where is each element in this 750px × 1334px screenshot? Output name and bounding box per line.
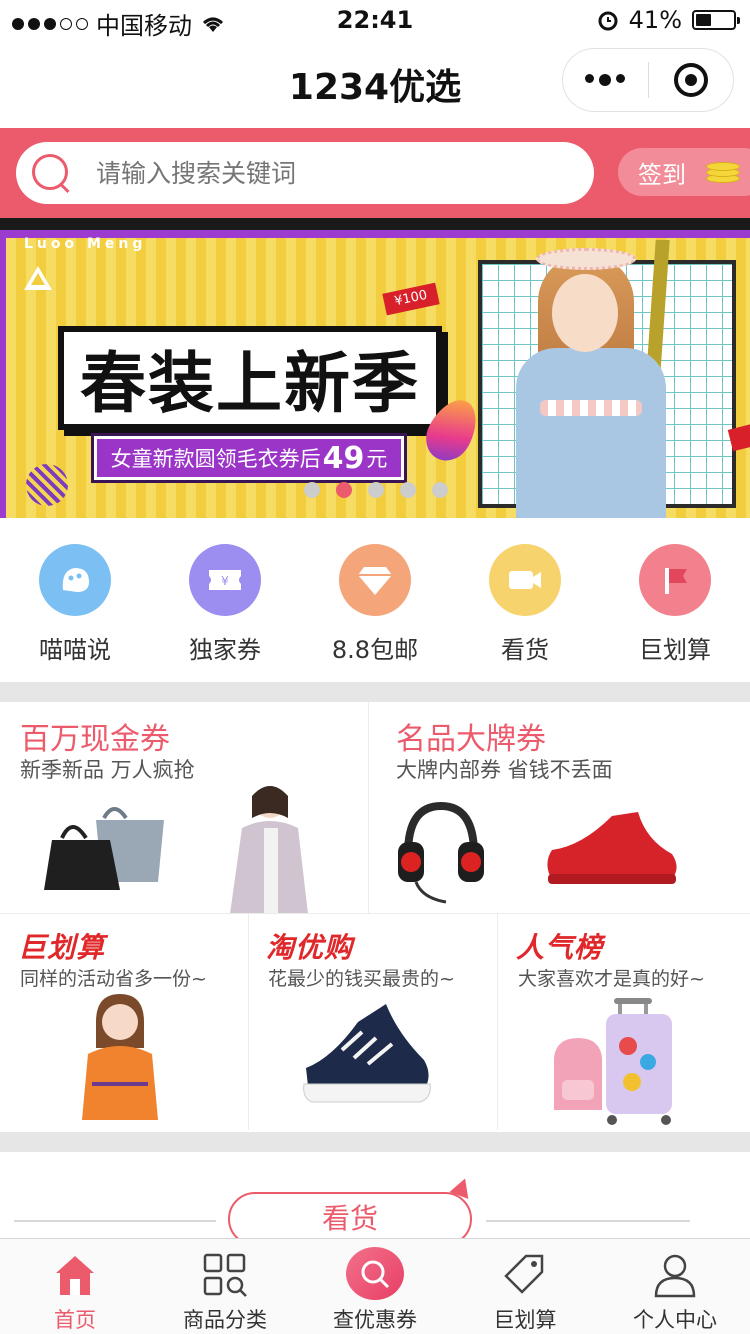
category-icon	[199, 1249, 251, 1300]
tile-divider	[368, 702, 369, 914]
signin-button[interactable]: 签到	[618, 148, 750, 196]
headphones-image	[398, 801, 484, 904]
search-band: 签到	[0, 128, 750, 218]
promo-taoyougou[interactable]: 淘优购 花最少的钱买最贵的~	[248, 914, 498, 1130]
promo-subtitle: 新季新品 万人疯抢	[20, 758, 195, 782]
quick-link-great-deals[interactable]: 巨划算	[600, 518, 750, 682]
carousel-dot[interactable]	[400, 482, 416, 498]
tab-categories[interactable]: 商品分类	[150, 1239, 300, 1334]
model-photo	[516, 240, 666, 518]
triangle-decoration	[24, 266, 52, 290]
tab-label: 商品分类	[183, 1308, 267, 1332]
promo-great-deals[interactable]: 巨划算 同样的活动省多一份~	[0, 914, 248, 1130]
kids-sneaker-image	[303, 1004, 431, 1103]
woman-coat-image	[230, 786, 308, 914]
quick-link-label: 喵喵说	[39, 636, 111, 664]
coins-icon	[706, 160, 742, 184]
signin-label: 签到	[638, 160, 686, 189]
more-options-button[interactable]	[563, 74, 648, 86]
close-miniprogram-button[interactable]	[649, 63, 734, 97]
diamond-icon	[339, 544, 411, 616]
striped-ball-decoration	[26, 464, 68, 506]
tab-profile[interactable]: 个人中心	[600, 1239, 750, 1334]
promo-title: 名品大牌券	[396, 722, 546, 757]
quick-link-label: 独家券	[189, 636, 261, 664]
carousel-dot[interactable]	[368, 482, 384, 498]
tab-home[interactable]: 首页	[0, 1239, 150, 1334]
banner-subtitle: 女童新款圆领毛衣券后 49 元	[94, 436, 404, 480]
quick-link-exclusive-coupon[interactable]: ¥ 独家券	[150, 518, 300, 682]
quick-link-free-shipping[interactable]: 8.8包邮	[300, 518, 450, 682]
tab-label: 巨划算	[493, 1308, 557, 1332]
promo-subtitle: 大家喜欢才是真的好~	[518, 968, 705, 990]
miniprogram-capsule	[562, 48, 734, 112]
video-icon	[489, 544, 561, 616]
quick-links: 喵喵说 ¥ 独家券 8.8包邮 看货 巨划算	[0, 518, 750, 682]
promo-subtitle: 同样的活动省多一份~	[20, 968, 207, 990]
quick-link-label: 看货	[501, 636, 549, 664]
promo-grid-top: 百万现金券 新季新品 万人疯抢 名品大牌券 大牌内部券 省钱不丢面	[0, 702, 750, 914]
navigation-bar: 1234优选	[0, 40, 750, 128]
alarm-icon	[598, 11, 618, 31]
carousel-dot[interactable]	[304, 482, 320, 498]
banner-brand-logo: Luoo Meng	[24, 236, 147, 252]
section-divider	[0, 1132, 750, 1152]
battery-area: 41%	[597, 6, 740, 34]
quick-link-miaomiao[interactable]: 喵喵说	[0, 518, 150, 682]
search-input[interactable]	[94, 157, 554, 189]
section-divider	[0, 682, 750, 702]
promo-popular[interactable]: 人气榜 大家喜欢才是真的好~	[498, 914, 750, 1130]
promo-brand-coupon[interactable]: 名品大牌券 大牌内部券 省钱不丢面	[376, 702, 750, 914]
flag-icon	[639, 544, 711, 616]
banner-headline-box: 春装上新季	[58, 326, 442, 430]
promo-title: 巨划算	[18, 931, 106, 964]
cat-icon	[39, 544, 111, 616]
banner-price: 49	[322, 440, 365, 476]
tab-label: 首页	[54, 1308, 96, 1332]
promo-grid-bottom: 巨划算 同样的活动省多一份~ 淘优购 花最少的钱买最贵的~ 人气榜 大家喜欢才是…	[0, 914, 750, 1130]
banner-price-unit: 元	[366, 447, 388, 471]
watch-goods-section-header: 看货	[0, 1152, 750, 1246]
search-box[interactable]	[16, 142, 594, 204]
svg-text:¥: ¥	[221, 574, 229, 588]
carousel-dot[interactable]	[432, 482, 448, 498]
banner-headline: 春装上新季	[80, 345, 420, 422]
tab-great-deals[interactable]: 巨划算	[450, 1239, 600, 1334]
user-icon	[649, 1249, 701, 1300]
quick-link-label: 巨划算	[639, 636, 711, 664]
handbag-image	[44, 807, 164, 890]
quick-link-label: 8.8包邮	[331, 636, 419, 664]
luggage-image	[554, 998, 672, 1125]
promo-title: 百万现金券	[20, 722, 170, 757]
girl-sweater-image	[82, 994, 158, 1120]
home-icon	[49, 1249, 101, 1300]
search-icon	[30, 152, 72, 194]
promo-title: 淘优购	[266, 931, 354, 964]
tab-find-coupons[interactable]: 查优惠券	[300, 1239, 450, 1334]
carousel-indicator	[304, 482, 448, 498]
banner-slide[interactable]: Luoo Meng ¥100 春装上新季 女童新款圆领毛衣券后 49 元	[0, 230, 750, 518]
battery-percent: 41%	[628, 6, 682, 34]
header-line-right	[486, 1220, 690, 1222]
tab-bar: 首页 商品分类 查优惠券 巨划算 个人中心	[0, 1238, 750, 1334]
tag-icon	[499, 1249, 551, 1300]
tab-label: 查优惠券	[333, 1308, 417, 1332]
battery-icon	[692, 10, 740, 30]
sneaker-image	[547, 812, 677, 884]
header-line-left	[14, 1220, 216, 1222]
quick-link-watch-goods[interactable]: 看货	[450, 518, 600, 682]
search-icon	[346, 1247, 404, 1300]
tab-label: 个人中心	[633, 1308, 717, 1332]
status-bar: 中国移动 22:41 41%	[0, 0, 750, 40]
carousel-dot[interactable]	[336, 482, 352, 498]
banner-subtitle-text: 女童新款圆领毛衣券后	[110, 447, 321, 471]
promo-banner-carousel[interactable]: Luoo Meng ¥100 春装上新季 女童新款圆领毛衣券后 49 元	[0, 218, 750, 518]
promo-subtitle: 大牌内部券 省钱不丢面	[396, 758, 613, 782]
promo-title: 人气榜	[516, 931, 604, 964]
coupon-icon: ¥	[189, 544, 261, 616]
promo-subtitle: 花最少的钱买最贵的~	[268, 968, 455, 990]
target-icon	[673, 63, 708, 97]
promo-cash-coupon[interactable]: 百万现金券 新季新品 万人疯抢	[0, 702, 368, 914]
